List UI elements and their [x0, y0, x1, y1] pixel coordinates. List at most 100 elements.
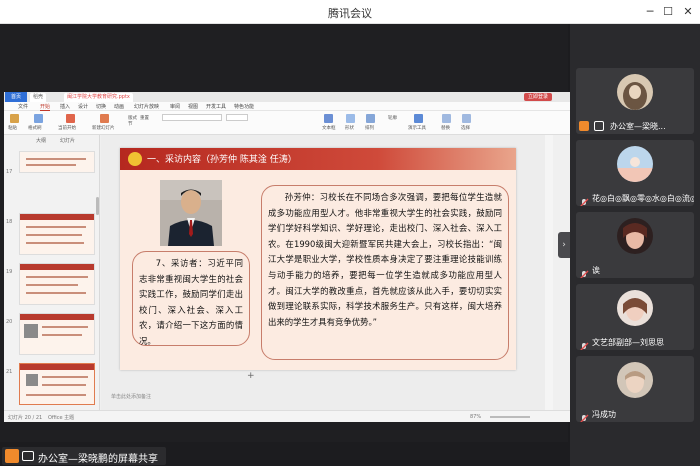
menu-slideshow[interactable]: 幻灯片放映: [134, 103, 159, 110]
slide-header-band: 一、采访内容（孙芳仲 陈其淦 任涛）: [120, 148, 516, 170]
shared-screen: 首页 稻壳 闽江学院大学教育研究.pptx 立即登录 文件 开始 插入 设计 切…: [0, 24, 570, 442]
zoom-slider[interactable]: [490, 416, 530, 418]
interviewer-question-box: 7、采访者：习近平同志非常重视闽大学生的社会实践工作，鼓励同学们走出校门、深入社…: [132, 251, 250, 346]
screen-share-badge: 办公室—梁晓鹏的屏幕共享: [2, 447, 166, 465]
wps-tab-bar: 首页 稻壳 闽江学院大学教育研究.pptx 立即登录: [4, 92, 570, 102]
maximize-button[interactable]: ☐: [660, 4, 676, 20]
tab-outline[interactable]: 大纲: [36, 137, 46, 144]
slide-thumbnail-selected[interactable]: [19, 363, 95, 405]
menu-view[interactable]: 视图: [188, 103, 198, 110]
thumb-number: 21: [6, 369, 13, 375]
participant-name: 冯成功: [592, 410, 616, 419]
interviewee-answer-box: 孙芳仲：习校长在不同场合多次强调，要把每位学生造就成多功能应用型人才。他非常重视…: [261, 185, 509, 360]
add-slide-icon[interactable]: +: [247, 371, 255, 381]
host-icon: [579, 121, 589, 131]
wps-ribbon: 粘贴 格式刷 当前开始 新建幻灯片 版式 节 重置 文本框 形状 排列 轮廓 演…: [4, 111, 570, 135]
format-painter-label: 格式刷: [28, 126, 42, 131]
zoom-level[interactable]: 87%: [470, 414, 481, 420]
presentation-tools-icon[interactable]: [414, 114, 423, 123]
participant-card[interactable]: 文艺部副部—刘思思: [576, 284, 694, 350]
mic-muted-icon: [579, 265, 589, 278]
section-label[interactable]: 节: [128, 121, 133, 127]
wps-home-tab[interactable]: 首页: [5, 92, 27, 102]
select-label: 选择: [461, 126, 470, 131]
participant-name: 办公室—梁晓...: [610, 122, 666, 131]
notes-placeholder[interactable]: 单击此处添加备注: [101, 393, 553, 403]
tab-slides[interactable]: 幻灯片: [60, 137, 75, 144]
menu-review[interactable]: 审阅: [170, 103, 180, 110]
screen-share-icon: [594, 121, 604, 131]
thumbnail-scrollbar[interactable]: [96, 197, 99, 215]
mic-muted-icon: [579, 337, 589, 350]
menu-animation[interactable]: 动画: [114, 103, 124, 110]
participant-card[interactable]: 冯成功: [576, 356, 694, 422]
close-button[interactable]: ✕: [680, 4, 696, 20]
menu-design[interactable]: 设计: [78, 103, 88, 110]
portrait-photo: [160, 180, 222, 246]
slide-thumbnail[interactable]: [19, 213, 95, 255]
font-size-select[interactable]: [226, 114, 248, 121]
textbox-icon[interactable]: [324, 114, 333, 123]
participant-avatar: [617, 290, 653, 326]
menu-features[interactable]: 特色功能: [234, 103, 254, 110]
presentation-tools-label: 演示工具: [408, 126, 426, 131]
paste-label: 粘贴: [8, 126, 17, 131]
participant-name: 花◎白◎飘◎零◎水◎白◎流◎: [592, 194, 694, 203]
slide-thumbnail[interactable]: [19, 313, 95, 355]
arrange-icon[interactable]: [366, 114, 375, 123]
thumb-number: 19: [6, 269, 13, 275]
replace-icon[interactable]: [442, 114, 451, 123]
title-bar: 腾讯会议 ─ ☐ ✕: [0, 0, 700, 24]
menu-file[interactable]: 文件: [18, 103, 28, 110]
minimize-button[interactable]: ─: [642, 4, 658, 20]
slide-thumbnail[interactable]: [19, 263, 95, 305]
new-slide-icon[interactable]: [100, 114, 109, 123]
menu-transition[interactable]: 切换: [96, 103, 106, 110]
current-slide: 一、采访内容（孙芳仲 陈其淦 任涛） 7、采访者：习近平同志非常重视闽大学生的社…: [120, 148, 516, 370]
wps-login-button[interactable]: 立即登录: [523, 93, 552, 101]
canvas-scrollbar[interactable]: [545, 135, 553, 410]
participant-card[interactable]: 办公室—梁晓...: [576, 68, 694, 134]
tencent-meeting-window: 腾讯会议 ─ ☐ ✕ 首页 稻壳 闽江学院大学教育研究.pptx 立即登录 文件…: [0, 0, 700, 466]
wps-document-tab[interactable]: 闽江学院大学教育研究.pptx: [64, 93, 133, 102]
outline-label[interactable]: 轮廓: [388, 115, 397, 121]
slide-thumbnail[interactable]: [19, 151, 95, 173]
menu-devtools[interactable]: 开发工具: [206, 103, 226, 110]
reset-label[interactable]: 重置: [140, 115, 149, 121]
panel-tabs: 大纲 幻灯片: [12, 137, 92, 145]
participant-name: 诶: [592, 266, 600, 275]
sharer-label: 办公室—梁晓鹏的屏幕共享: [38, 454, 158, 465]
wps-presentation-window: 首页 稻壳 闽江学院大学教育研究.pptx 立即登录 文件 开始 插入 设计 切…: [4, 92, 570, 422]
play-from-current-icon[interactable]: [66, 114, 75, 123]
menu-insert[interactable]: 插入: [60, 103, 70, 110]
paste-icon[interactable]: [10, 114, 19, 123]
theme-name: Office 主题: [48, 415, 75, 421]
participant-namebar: 冯成功: [576, 406, 694, 422]
wps-status-bar: 幻灯片 20 / 21 Office 主题 87%: [4, 410, 570, 422]
thumb-number: 20: [6, 319, 13, 325]
format-painter-icon[interactable]: [34, 114, 43, 123]
font-name-select[interactable]: [162, 114, 222, 121]
participant-namebar: 花◎白◎飘◎零◎水◎白◎流◎: [576, 190, 694, 206]
mic-muted-icon: [579, 193, 589, 206]
shape-icon[interactable]: [346, 114, 355, 123]
menu-home[interactable]: 开始: [40, 103, 51, 111]
slide-title: 一、采访内容（孙芳仲 陈其淦 任涛）: [147, 155, 297, 165]
play-from-current-label: 当前开始: [58, 126, 76, 131]
wps-menu-bar: 文件 开始 插入 设计 切换 动画 幻灯片放映 审阅 视图 开发工具 特色功能: [4, 102, 570, 111]
screen-share-icon: [22, 451, 34, 461]
participant-namebar: 诶: [576, 262, 694, 278]
participant-avatar: [617, 146, 653, 182]
mic-muted-icon: [579, 409, 589, 422]
window-title: 腾讯会议: [328, 7, 372, 20]
participant-card[interactable]: 花◎白◎飘◎零◎水◎白◎流◎: [576, 140, 694, 206]
participants-panel: 办公室—梁晓... 花◎白◎飘◎零◎水◎白◎流◎ 诶 文艺部副部—刘思思 冯成功: [570, 24, 700, 466]
thumb-number: 18: [6, 219, 13, 225]
host-avatar-icon: [5, 449, 19, 463]
wps-daoke-tab[interactable]: 稻壳: [30, 93, 47, 102]
collapse-panel-button[interactable]: ›: [558, 232, 570, 258]
shape-label: 形状: [345, 126, 354, 131]
participant-card[interactable]: 诶: [576, 212, 694, 278]
select-icon[interactable]: [462, 114, 471, 123]
thumb-number: 17: [6, 169, 13, 175]
